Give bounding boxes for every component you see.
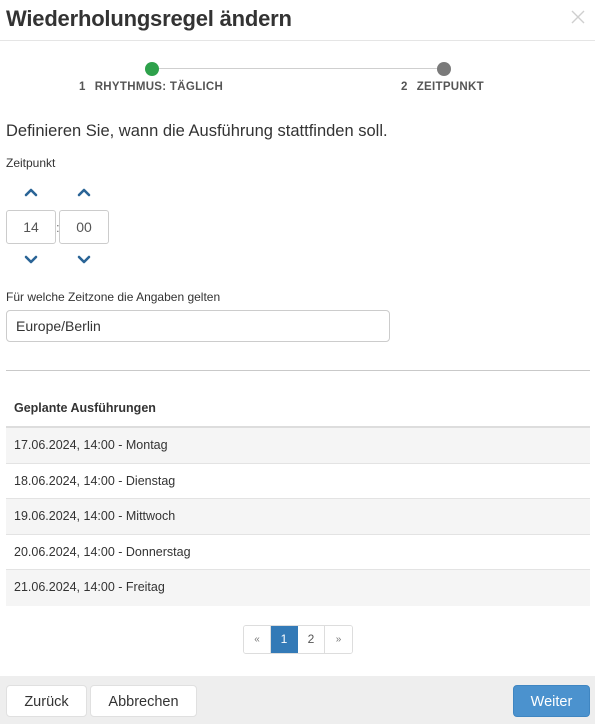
pagination-page-2[interactable]: 2	[298, 626, 325, 653]
wizard-steps: 1 RHYTHMUS: TÄGLICH 2 ZEITPUNKT	[0, 52, 595, 102]
hour-input[interactable]: 14	[6, 210, 56, 244]
table-row: 20.06.2024, 14:00 - Donnerstag	[6, 535, 590, 570]
instruction-text: Definieren Sie, wann die Ausführung stat…	[6, 122, 388, 140]
step-2-number: 2	[401, 81, 408, 93]
table-row: 21.06.2024, 14:00 - Freitag	[6, 570, 590, 606]
scheduled-executions-table: Geplante Ausführungen 17.06.2024, 14:00 …	[6, 392, 590, 606]
cancel-button[interactable]: Abbrechen	[90, 685, 197, 717]
step-2-label: 2 ZEITPUNKT	[401, 81, 484, 93]
step-1-text: RHYTHMUS: TÄGLICH	[94, 81, 224, 93]
dialog-header: Wiederholungsregel ändern	[0, 0, 595, 41]
dialog-title: Wiederholungsregel ändern	[6, 6, 292, 31]
section-divider	[6, 370, 590, 371]
close-icon[interactable]	[569, 8, 587, 26]
minute-decrement-chevron-down-icon[interactable]	[76, 254, 92, 266]
timezone-label: Für welche Zeitzone die Angaben gelten	[6, 290, 221, 304]
step-2-indicator-icon	[437, 62, 451, 76]
pagination-prev-button[interactable]: «	[244, 626, 271, 653]
table-header: Geplante Ausführungen	[6, 392, 590, 428]
table-row: 19.06.2024, 14:00 - Mittwoch	[6, 499, 590, 535]
dialog-footer: Zurück Abbrechen Weiter	[0, 676, 595, 724]
back-button[interactable]: Zurück	[6, 685, 87, 717]
table-row: 17.06.2024, 14:00 - Montag	[6, 428, 590, 464]
time-label: Zeitpunkt	[6, 156, 56, 170]
hour-increment-chevron-up-icon[interactable]	[23, 186, 39, 198]
pagination-next-button[interactable]: »	[325, 626, 352, 653]
step-connector-line	[152, 68, 444, 69]
pagination: « 1 2 »	[243, 625, 353, 654]
step-1-label[interactable]: 1 RHYTHMUS: TÄGLICH	[79, 81, 223, 93]
minute-input[interactable]: 00	[59, 210, 109, 244]
step-1-indicator-icon	[145, 62, 159, 76]
pagination-page-1[interactable]: 1	[271, 626, 298, 653]
minute-increment-chevron-up-icon[interactable]	[76, 186, 92, 198]
table-row: 18.06.2024, 14:00 - Dienstag	[6, 464, 590, 499]
step-2-text: ZEITPUNKT	[416, 81, 484, 93]
step-1-number: 1	[79, 81, 86, 93]
timezone-input[interactable]: Europe/Berlin	[6, 310, 390, 342]
hour-decrement-chevron-down-icon[interactable]	[23, 254, 39, 266]
next-button[interactable]: Weiter	[513, 685, 590, 717]
